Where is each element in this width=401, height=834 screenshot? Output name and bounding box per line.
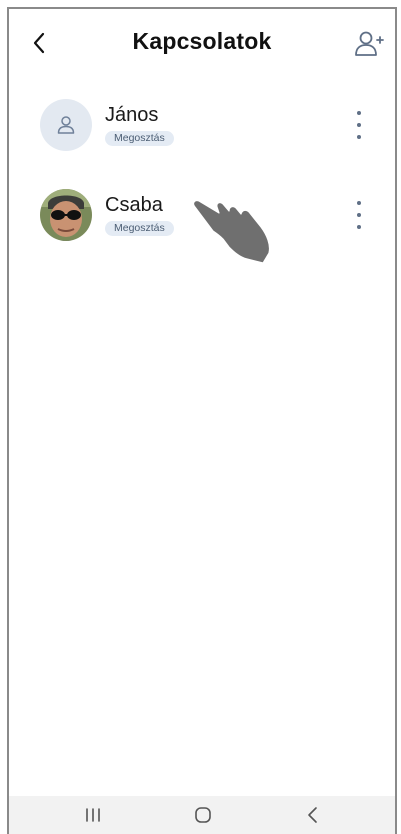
home-icon [195, 807, 211, 823]
contact-name: János [105, 104, 159, 126]
person-add-icon [355, 31, 384, 56]
nav-back-button[interactable] [293, 802, 333, 828]
person-placeholder-icon [57, 116, 75, 134]
dot [357, 135, 361, 139]
avatar [40, 189, 92, 241]
status-badge: Megosztás [105, 221, 174, 236]
status-badge: Megosztás [105, 131, 174, 146]
pointing-hand-icon [193, 199, 271, 264]
recent-apps-button[interactable] [73, 802, 113, 828]
dot [357, 111, 361, 115]
contact-row[interactable]: János Megosztás [9, 97, 395, 157]
dot [357, 123, 361, 127]
photo-avatar-icon [40, 189, 92, 241]
app-screen: Kapcsolatok János Megosztás Csaba Megosz… [7, 7, 397, 834]
nav-back-icon [308, 807, 317, 823]
contact-name: Csaba [105, 194, 163, 216]
more-options-button[interactable] [351, 111, 367, 139]
add-contact-button[interactable] [353, 29, 385, 59]
dot [357, 213, 361, 217]
recent-apps-icon [86, 808, 100, 822]
avatar [40, 99, 92, 151]
header: Kapcsolatok [9, 9, 395, 79]
more-options-button[interactable] [351, 201, 367, 229]
dot [357, 225, 361, 229]
system-navigation-bar [9, 796, 395, 834]
page-title: Kapcsolatok [132, 28, 272, 54]
dot [357, 201, 361, 205]
home-button[interactable] [183, 802, 223, 828]
